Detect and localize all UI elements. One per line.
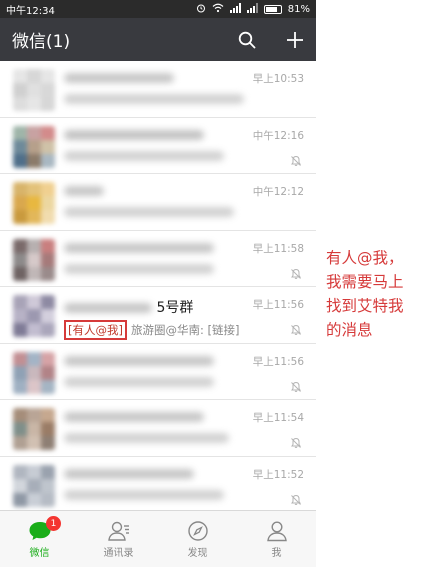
avatar (13, 408, 55, 450)
mention-tag: [有人@我] (64, 320, 127, 340)
chat-row[interactable]: 早上11:56 (0, 343, 316, 400)
unread-badge: 1 (46, 516, 61, 531)
chat-row-mentioned[interactable]: 5号群 [有人@我] 旅游圈@华南: [链接] 早上11:56 (0, 287, 316, 344)
avatar (13, 351, 55, 394)
mute-bell-icon (290, 152, 302, 171)
mute-bell-icon (290, 378, 302, 397)
chat-time: 中午12:12 (252, 186, 304, 198)
chat-time: 早上11:52 (252, 468, 304, 481)
avatar (13, 464, 55, 507)
chat-row[interactable]: 早上11:54 (0, 400, 316, 457)
compass-icon (187, 520, 208, 541)
group-name-suffix: 5号群 (156, 300, 194, 316)
tab-discover[interactable]: 发现 (158, 511, 237, 567)
chat-row[interactable]: 早上10:53 (0, 61, 316, 118)
app-title: 微信(1) (12, 32, 71, 52)
person-icon (266, 520, 287, 541)
search-icon[interactable] (238, 31, 256, 49)
chat-time: 早上11:54 (252, 412, 304, 424)
chat-time: 早上11:56 (252, 299, 304, 311)
chat-time: 早上10:53 (252, 73, 304, 85)
mute-bell-icon (290, 491, 302, 510)
chat-time: 早上11:56 (252, 355, 304, 368)
chat-time: 早上11:58 (252, 242, 304, 255)
plus-icon[interactable] (286, 31, 304, 49)
contacts-icon (107, 521, 129, 541)
chat-row[interactable]: 早上11:58 (0, 230, 316, 287)
chat-list: 早上10:53 中午12:16 中午12:12 早上11:58 5号群 [有人@… (0, 61, 316, 510)
tab-chats[interactable]: 1 微信 (0, 511, 79, 567)
signal-icon (229, 2, 241, 16)
avatar (13, 238, 55, 281)
avatar (13, 182, 55, 224)
mute-bell-icon (290, 321, 302, 340)
chat-preview-text: 旅游圈@华南: [链接] (130, 323, 240, 337)
tab-label: 通讯录 (103, 547, 134, 559)
signal-icon (246, 2, 258, 16)
alarm-icon (196, 3, 206, 16)
avatar (13, 125, 55, 168)
chat-row[interactable]: 中午12:16 (0, 117, 316, 174)
mute-bell-icon (290, 434, 302, 453)
annotation-note: 有人@我， 我需要马上 找到艾特我 的消息 (326, 249, 404, 339)
chat-row[interactable]: 中午12:12 (0, 174, 316, 231)
title-bar: 微信(1) (0, 18, 316, 61)
tab-contacts[interactable]: 通讯录 (79, 511, 158, 567)
status-time: 中午12:34 (6, 5, 55, 17)
chat-time: 中午12:16 (252, 129, 304, 142)
avatar (13, 295, 55, 337)
wifi-icon (212, 3, 224, 16)
chat-row[interactable]: 早上11:52 (0, 456, 316, 510)
mute-bell-icon (290, 265, 302, 284)
status-bar: 中午12:34 81% (0, 0, 316, 18)
tab-me[interactable]: 我 (237, 511, 316, 567)
tab-label: 微信 (29, 547, 50, 559)
bottom-tab-bar: 1 微信 通讯录 发现 我 (0, 510, 316, 567)
avatar (13, 69, 55, 111)
battery-percent: 81% (287, 3, 310, 15)
tab-label: 发现 (187, 547, 208, 559)
battery-icon (263, 4, 282, 14)
tab-label: 我 (271, 547, 282, 559)
phone-screen: 中午12:34 81% 微信(1) 早上10:53 中午12:16 中午12:1… (0, 0, 316, 567)
